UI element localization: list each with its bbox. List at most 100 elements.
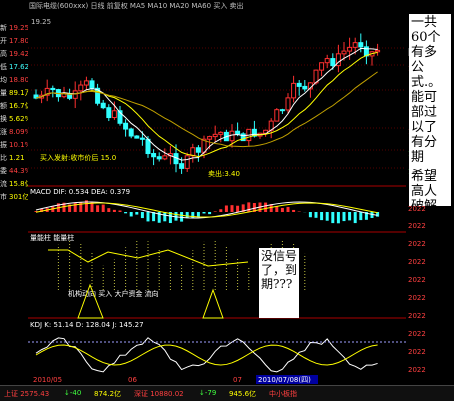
quote-value: 17.80 — [9, 37, 30, 45]
candle-body — [128, 128, 134, 137]
axis-tick-label: 2022 — [408, 312, 426, 320]
quote-label: 市 — [0, 193, 7, 201]
status-item[interactable]: 945.6亿 — [229, 389, 256, 399]
axis-tick-label: 2022 — [408, 205, 426, 213]
candle-body — [83, 80, 89, 86]
fund-flow-peak — [202, 288, 224, 319]
quote-row: 涨 8.09% — [0, 128, 31, 136]
quote-row: 流 15.8亿 — [0, 180, 32, 188]
kdj-k-line — [35, 337, 378, 373]
candle-body — [218, 131, 224, 135]
axis-tick-label: 2022 — [408, 258, 426, 266]
annotation-note-mid-text: 没信号了，到期??? — [261, 249, 298, 291]
kdj-title: KDJ K: 51.14 D: 128.04 J: 145.27 — [30, 321, 144, 329]
quote-row: 高 19.42 — [0, 50, 30, 58]
annotation-note-mid: 没信号了，到期??? — [259, 248, 299, 318]
price-label: 19.25 — [31, 18, 51, 26]
annotation-note-right-text: 一共60个有多公式.。能可部过以了有分期 — [411, 15, 442, 165]
quote-label: 比 — [0, 154, 7, 162]
candle-body — [352, 42, 358, 48]
annotation-note-right: 一共60个有多公式.。能可部过以了有分期 希望高人破解 — [409, 14, 451, 206]
candle-body — [72, 90, 78, 99]
candle-body — [123, 122, 129, 130]
candle-body — [139, 137, 145, 140]
buy-signal-label: 买入发射:收市价后 15.0 — [40, 153, 116, 162]
status-item[interactable]: 上证 2575.43 — [4, 389, 49, 399]
candle-body — [279, 109, 285, 112]
quote-label: 委 — [0, 167, 7, 175]
status-item[interactable]: 深证 10880.02 — [134, 389, 184, 399]
candle-body — [134, 135, 140, 139]
candle-body — [319, 62, 325, 71]
axis-tick-label: 2022 — [408, 276, 426, 284]
quote-label: 高 — [0, 50, 7, 58]
kdj-d-line — [35, 344, 378, 366]
chart-title-bar: 国际电缆(600xxx) 日线 前复权 MA5 MA10 MA20 MA60 买… — [29, 2, 244, 10]
quote-row: 量 89.1万 — [0, 89, 32, 97]
candle-body — [285, 97, 291, 111]
candle-body — [341, 50, 347, 55]
chart-area[interactable]: 19.25 买入发射:收市价后 15.0 卖出:3.40 MACD DIF: 0.53… — [28, 0, 406, 385]
ma5-line — [35, 47, 378, 161]
candle-body — [50, 87, 56, 91]
date-label: 2010/07/08(四) — [258, 376, 311, 384]
quote-value: 19.25 — [9, 24, 30, 32]
quote-value: 19.42 — [9, 50, 30, 58]
candle-body — [291, 82, 297, 99]
quote-row: 额 16.7亿 — [0, 102, 32, 110]
quote-row: 委 44.3% — [0, 167, 31, 175]
quote-value: 1.21 — [9, 154, 25, 162]
status-item[interactable]: ↓-79 — [199, 389, 216, 397]
candle-body — [156, 156, 162, 160]
chart-canvas[interactable]: 19.25 买入发射:收市价后 15.0 卖出:3.40 MACD DIF: 0.53… — [28, 0, 406, 385]
status-item[interactable]: 中小板指 — [269, 389, 297, 399]
quote-label: 额 — [0, 102, 7, 110]
x-axis-label: 07 — [233, 376, 242, 384]
candle-body — [212, 133, 218, 138]
quote-row: 均 18.80 — [0, 76, 30, 84]
macd-title: MACD DIF: 0.534 DEA: 0.379 — [30, 188, 130, 196]
quote-value: 17.62 — [9, 63, 30, 71]
quote-row: 振 10.1% — [0, 141, 31, 149]
candle-body — [179, 163, 185, 169]
candle-body — [89, 80, 95, 89]
quote-row: 比 1.21 — [0, 154, 28, 162]
status-item[interactable]: 874.2亿 — [94, 389, 121, 399]
candle-body — [358, 42, 364, 48]
candle-body — [296, 82, 302, 87]
quote-label: 低 — [0, 63, 7, 71]
quote-label: 新 — [0, 24, 7, 32]
candle-body — [100, 102, 106, 109]
axis-tick-label: 2022 — [408, 366, 426, 374]
quote-row: 开 17.80 — [0, 37, 30, 45]
quote-row: 市 301亿 — [0, 193, 29, 201]
market-status-bar: 上证 2575.43 ↓-40 874.2亿 深证 10880.02 ↓-79 945.6… — [0, 385, 454, 401]
quote-label: 均 — [0, 76, 7, 84]
axis-tick-label: 2022 — [408, 240, 426, 248]
sell-signal-label: 卖出:3.40 — [208, 169, 240, 178]
x-axis-label: 2010/05 — [33, 376, 62, 384]
candle-body — [330, 58, 336, 67]
status-item[interactable]: ↓-40 — [64, 389, 81, 397]
volume-title: 量能柱 能量柱 — [30, 233, 74, 242]
quote-row: 低 17.62 — [0, 63, 30, 71]
x-axis-label: 06 — [128, 376, 137, 384]
quote-label: 开 — [0, 37, 7, 45]
quote-label: 量 — [0, 89, 7, 97]
quote-row: 新 19.25 — [0, 24, 30, 32]
candle-body — [111, 110, 117, 119]
candle-body — [302, 85, 308, 90]
candle-body — [162, 155, 168, 160]
candle-body — [78, 84, 84, 92]
candle-body — [190, 147, 196, 157]
axis-tick-label: 2022 — [408, 330, 426, 338]
candle-body — [375, 49, 381, 53]
fund-flow-title: 机构动向 买入 大户资金 流向 — [68, 289, 159, 298]
quote-value: 18.80 — [9, 76, 30, 84]
candle-body — [347, 46, 353, 52]
candle-body — [195, 147, 201, 153]
quote-label: 换 — [0, 115, 7, 123]
candle-body — [106, 107, 112, 119]
candle-body — [235, 130, 241, 135]
quote-label: 振 — [0, 141, 7, 149]
